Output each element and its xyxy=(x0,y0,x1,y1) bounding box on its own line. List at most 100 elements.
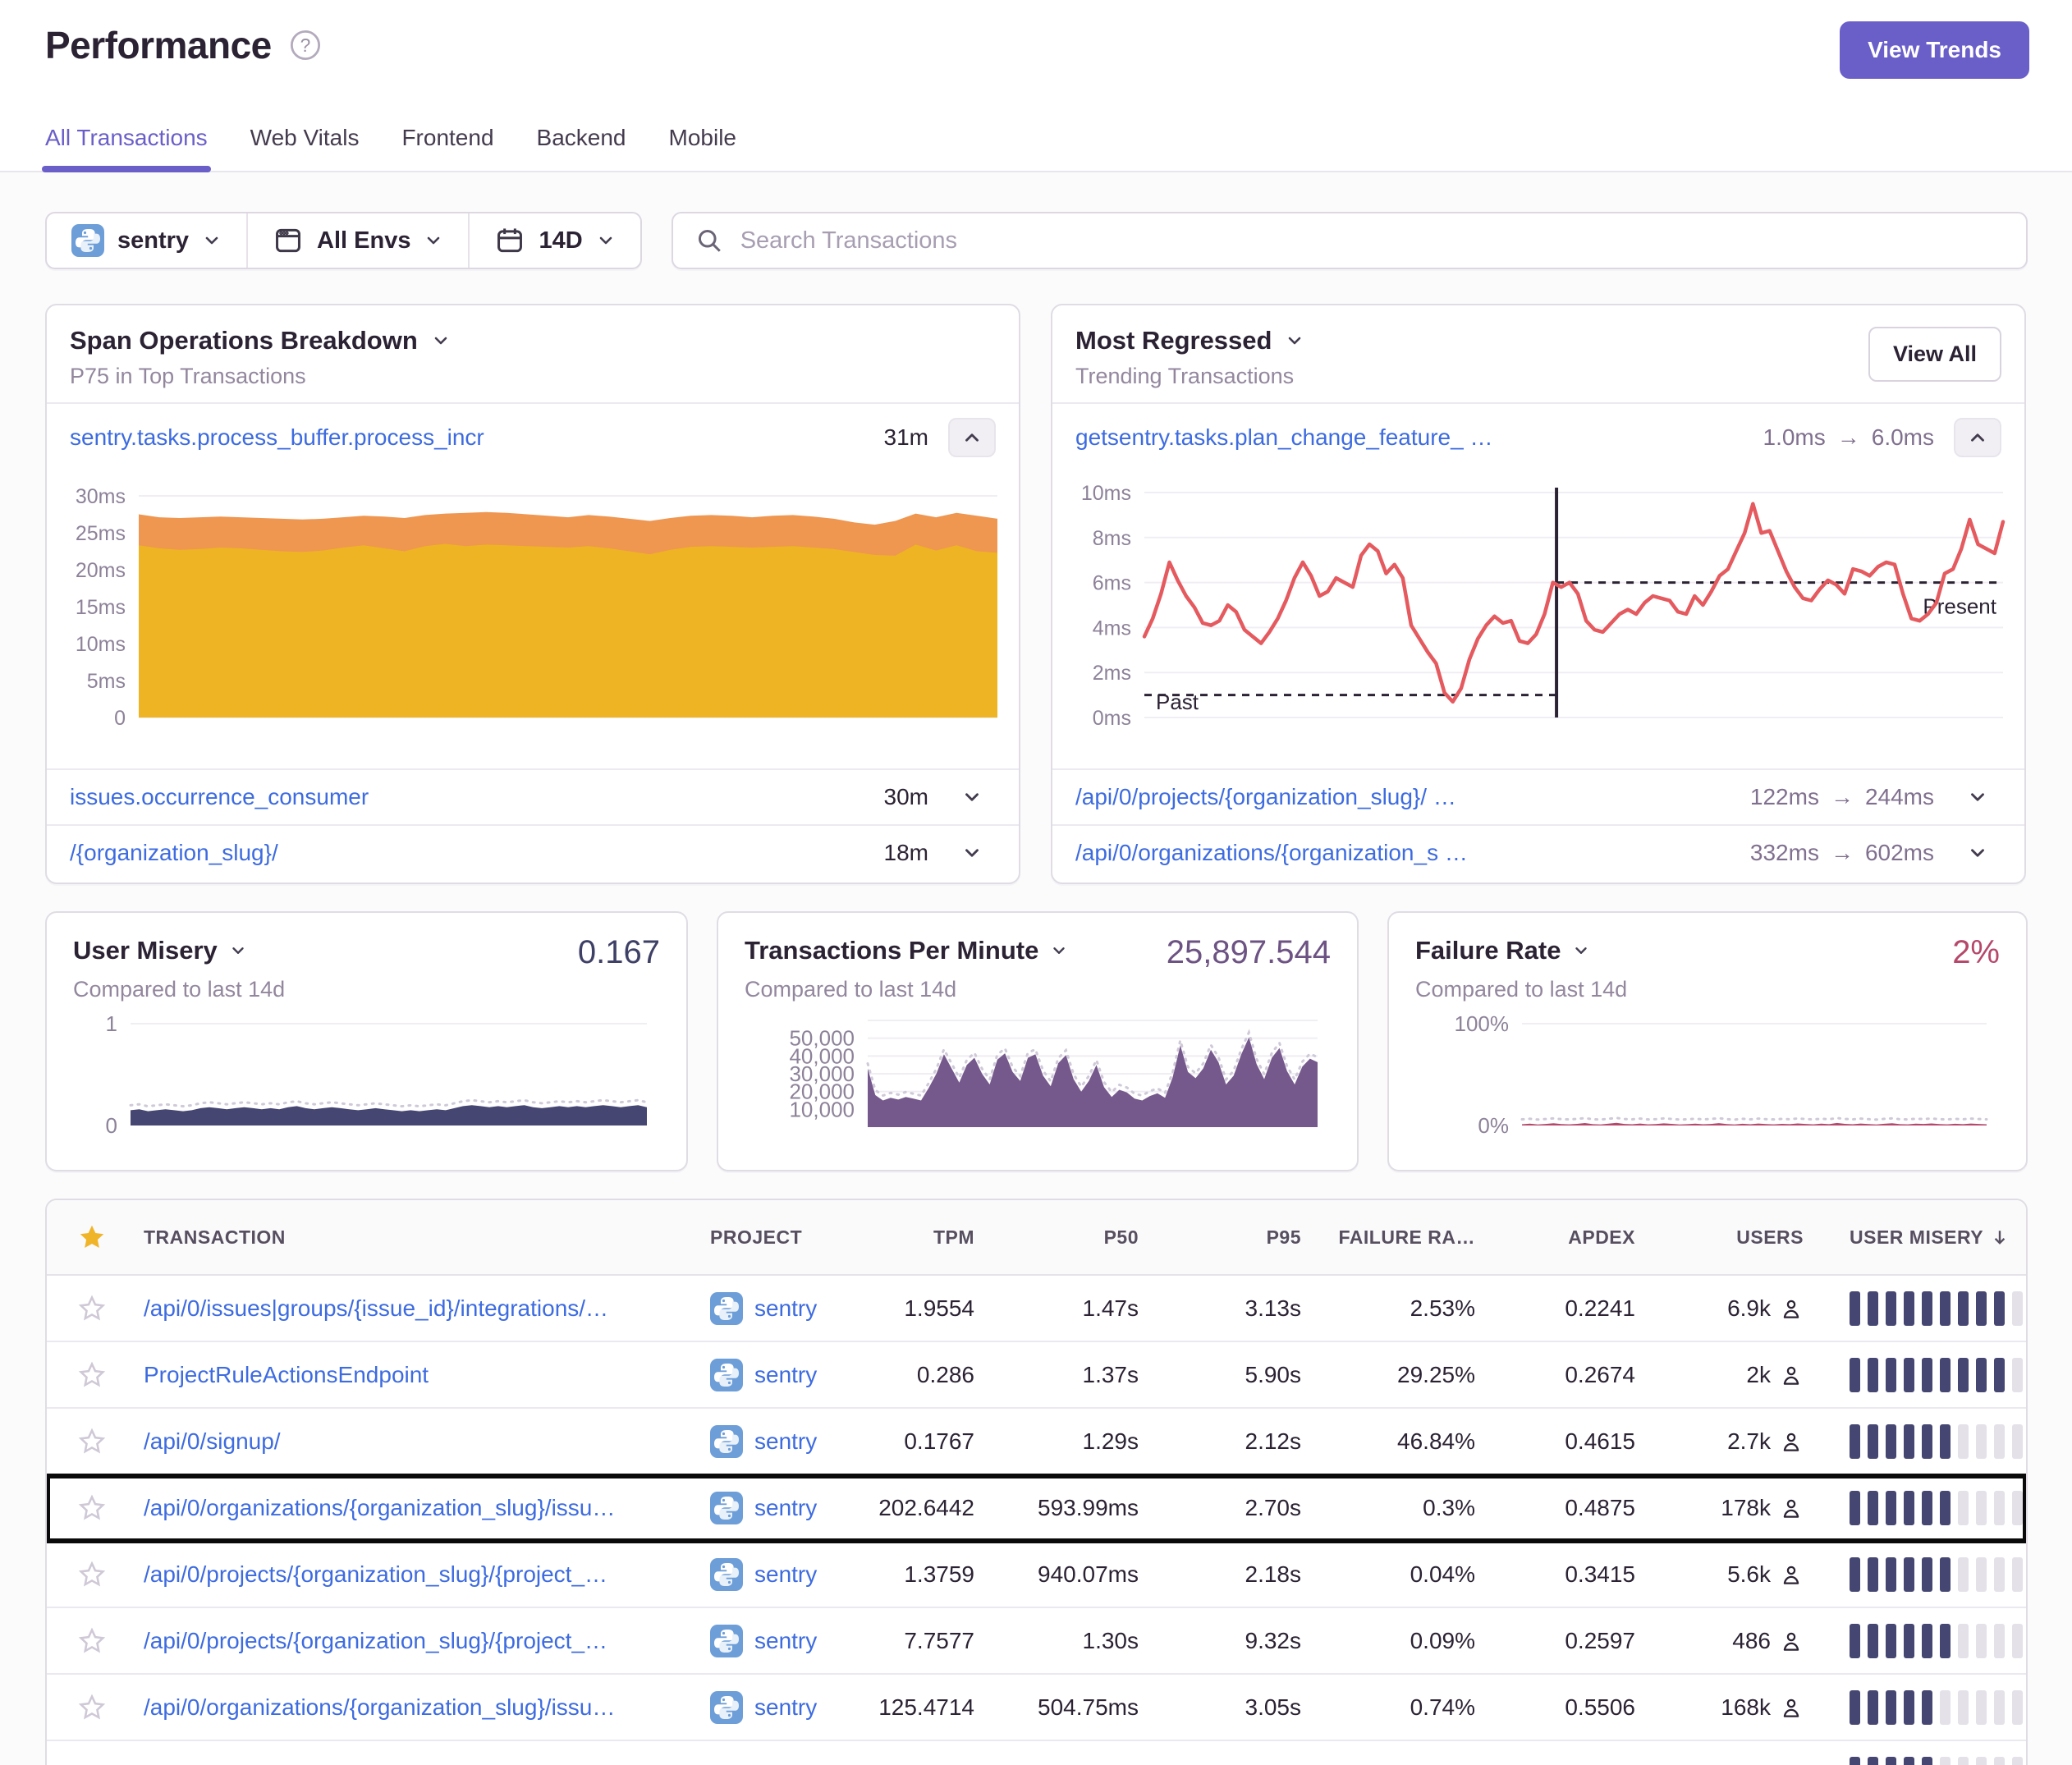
svg-text:10ms: 10ms xyxy=(1081,482,1131,505)
column-header-user-misery[interactable]: USER MISERY xyxy=(1804,1226,2026,1249)
favorite-star-toggle[interactable] xyxy=(47,1427,137,1456)
svg-text:20ms: 20ms xyxy=(76,559,126,582)
column-header-tpm[interactable]: TPM xyxy=(860,1226,974,1249)
star-outline-icon xyxy=(77,1693,107,1722)
favorite-star-toggle[interactable] xyxy=(47,1493,137,1523)
user-misery-bars xyxy=(1804,1624,2026,1658)
misery-bar-filled xyxy=(1940,1358,1951,1392)
tab-backend[interactable]: Backend xyxy=(537,125,626,171)
key-transaction-column-header[interactable] xyxy=(47,1222,137,1252)
misery-bar-filled xyxy=(1850,1491,1860,1525)
help-icon[interactable]: ? xyxy=(288,28,323,62)
svg-text:2ms: 2ms xyxy=(1093,662,1131,685)
collapse-button[interactable] xyxy=(1954,418,2001,457)
project-cell: sentry xyxy=(687,1292,860,1325)
misery-bar-filled xyxy=(1886,1557,1896,1592)
cell-apdex: 0.5506 xyxy=(1475,1694,1635,1721)
column-header-p50[interactable]: P50 xyxy=(974,1226,1139,1249)
date-range-filter[interactable]: 14D xyxy=(468,213,639,268)
project-cell: sentry xyxy=(687,1425,860,1458)
cell-p95: 9.32s xyxy=(1139,1628,1301,1654)
transaction-link[interactable]: /api/0/signup/ xyxy=(144,1428,281,1454)
favorite-star-toggle[interactable] xyxy=(47,1560,137,1589)
span-op-link[interactable]: /{organization_slug}/ xyxy=(70,840,278,866)
python-project-icon xyxy=(710,1625,743,1657)
view-trends-button[interactable]: View Trends xyxy=(1840,21,2029,79)
user-misery-title-dropdown[interactable]: User Misery xyxy=(73,936,247,965)
project-link[interactable]: sentry xyxy=(754,1694,817,1721)
svg-text:30ms: 30ms xyxy=(76,485,126,508)
tab-mobile[interactable]: Mobile xyxy=(669,125,736,171)
most-regressed-title-dropdown[interactable]: Most Regressed xyxy=(1075,326,2001,355)
chevron-down-icon xyxy=(1285,331,1304,351)
regressed-row: /api/0/organizations/{organization_s … 3… xyxy=(1052,824,2024,880)
search-input[interactable] xyxy=(739,227,2005,255)
arrow-right-icon: → xyxy=(1831,784,1854,810)
failure-rate-chart: 100%0% xyxy=(1415,1014,2000,1137)
cell-apdex: 0.2597 xyxy=(1475,1628,1635,1654)
tab-frontend[interactable]: Frontend xyxy=(401,125,493,171)
column-header-failure-rate[interactable]: FAILURE RA… xyxy=(1301,1226,1475,1249)
expand-button[interactable] xyxy=(1954,777,2001,817)
span-op-link[interactable]: issues.occurrence_consumer xyxy=(70,784,369,810)
span-operations-title-dropdown[interactable]: Span Operations Breakdown xyxy=(70,326,996,355)
project-link[interactable]: sentry xyxy=(754,1295,817,1322)
misery-bar-empty xyxy=(2012,1557,2023,1592)
svg-text:10,000: 10,000 xyxy=(789,1097,855,1121)
cell-failure-rate: 0.09% xyxy=(1301,1628,1475,1654)
transaction-link[interactable]: /api/0/projects/{organization_slug}/{pro… xyxy=(144,1628,607,1653)
transaction-link[interactable]: /api/0/issues|groups/{issue_id}/integrat… xyxy=(144,1295,608,1321)
column-header-users[interactable]: USERS xyxy=(1635,1226,1804,1249)
transaction-link[interactable]: ProjectRuleActionsEndpoint xyxy=(144,1362,429,1387)
span-op-duration: 18m xyxy=(884,840,928,866)
transaction-link[interactable]: /api/0/projects/{organization_slug}/{pro… xyxy=(144,1561,607,1587)
favorite-star-toggle[interactable] xyxy=(47,1294,137,1323)
misery-bar-filled xyxy=(1940,1557,1951,1592)
expand-button[interactable] xyxy=(1954,833,2001,873)
span-op-row: issues.occurrence_consumer 30m xyxy=(47,768,1019,824)
misery-bar-filled xyxy=(1904,1624,1914,1658)
tab-all-transactions[interactable]: All Transactions xyxy=(45,125,208,171)
transaction-link[interactable]: /api/0/organizations/{organization_slug}… xyxy=(144,1694,615,1720)
regressed-transaction-link[interactable]: /api/0/projects/{organization_slug}/ … xyxy=(1075,784,1456,810)
column-header-project[interactable]: PROJECT xyxy=(687,1226,860,1249)
tpm-title-dropdown[interactable]: Transactions Per Minute xyxy=(745,936,1068,965)
most-regressed-title: Most Regressed xyxy=(1075,326,1272,355)
svg-text:8ms: 8ms xyxy=(1093,527,1131,550)
view-all-button[interactable]: View All xyxy=(1868,327,2001,382)
favorite-star-toggle[interactable] xyxy=(47,1693,137,1722)
expand-button[interactable] xyxy=(948,777,996,817)
expand-button[interactable] xyxy=(948,833,996,873)
project-cell: sentry xyxy=(687,1359,860,1391)
misery-bar-empty xyxy=(1976,1424,1987,1459)
failure-rate-title-dropdown[interactable]: Failure Rate xyxy=(1415,936,1590,965)
span-op-link[interactable]: sentry.tasks.process_buffer.process_incr xyxy=(70,424,484,451)
collapse-button[interactable] xyxy=(948,418,996,457)
misery-bar-filled xyxy=(1868,1424,1878,1459)
python-project-icon xyxy=(710,1359,743,1391)
failure-rate-title: Failure Rate xyxy=(1415,936,1561,965)
project-link[interactable]: sentry xyxy=(754,1428,817,1455)
project-link[interactable]: sentry xyxy=(754,1362,817,1388)
column-header-apdex[interactable]: APDEX xyxy=(1475,1226,1635,1249)
regressed-transaction-link[interactable]: /api/0/organizations/{organization_s … xyxy=(1075,840,1468,866)
calendar-icon xyxy=(494,225,525,256)
project-cell: sentry xyxy=(687,1492,860,1524)
project-cell: sentry xyxy=(687,1558,860,1591)
regressed-transaction-link[interactable]: getsentry.tasks.plan_change_feature_ … xyxy=(1075,424,1492,451)
project-link[interactable]: sentry xyxy=(754,1495,817,1521)
tab-web-vitals[interactable]: Web Vitals xyxy=(250,125,360,171)
environment-filter[interactable]: All Envs xyxy=(246,213,468,268)
misery-bar-empty xyxy=(1958,1757,1969,1765)
transaction-link[interactable]: /api/0/organizations/{organization_slug}… xyxy=(144,1495,615,1520)
misery-bar-empty xyxy=(1958,1424,1969,1459)
project-filter[interactable]: sentry xyxy=(47,213,246,268)
column-header-p95[interactable]: P95 xyxy=(1139,1226,1301,1249)
column-header-transaction[interactable]: TRANSACTION xyxy=(137,1226,687,1249)
favorite-star-toggle[interactable] xyxy=(47,1626,137,1656)
project-link[interactable]: sentry xyxy=(754,1561,817,1588)
svg-text:1: 1 xyxy=(106,1014,117,1036)
chevron-down-icon xyxy=(596,231,616,250)
project-link[interactable]: sentry xyxy=(754,1628,817,1654)
favorite-star-toggle[interactable] xyxy=(47,1360,137,1390)
